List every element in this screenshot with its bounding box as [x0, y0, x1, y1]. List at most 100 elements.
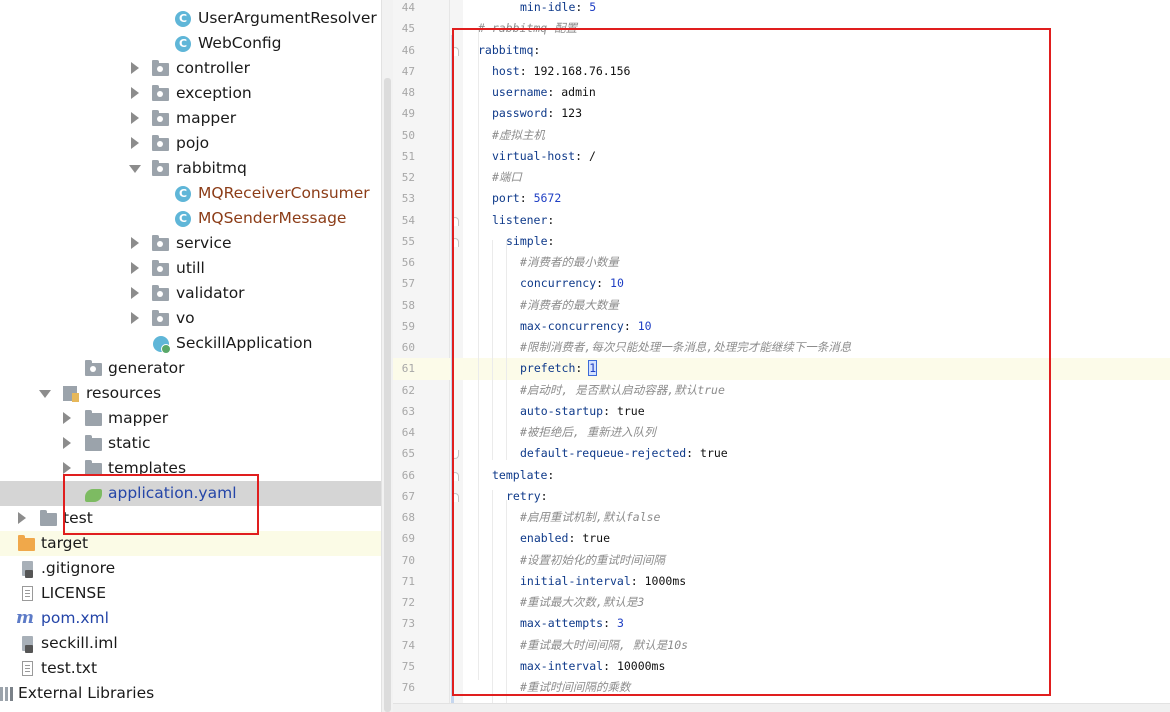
- line-number: 46: [401, 43, 415, 57]
- expand-arrow-right-icon[interactable]: [131, 112, 139, 124]
- tree-item-label: validator: [176, 284, 245, 302]
- tree-item[interactable]: rabbitmq: [0, 156, 381, 181]
- tree-item-label: service: [176, 234, 232, 252]
- package-folder-icon: [152, 85, 169, 101]
- tree-item[interactable]: test.txt: [0, 656, 381, 681]
- line-number: 57: [401, 277, 415, 291]
- tree-item-label: utill: [176, 259, 205, 277]
- tree-item[interactable]: WebConfig: [0, 31, 381, 56]
- expand-arrow-down-icon[interactable]: [39, 390, 51, 398]
- tree-item-label: MQSenderMessage: [198, 209, 347, 227]
- libraries-icon: [0, 686, 14, 702]
- tree-item[interactable]: External Libraries: [0, 681, 381, 706]
- tree-item[interactable]: service: [0, 231, 381, 256]
- expand-arrow-right-icon[interactable]: [131, 262, 139, 274]
- tree-item-label: resources: [86, 384, 162, 402]
- expand-arrow-right-icon[interactable]: [131, 87, 139, 99]
- line-number: 75: [401, 659, 415, 673]
- tree-item[interactable]: seckill.iml: [0, 631, 381, 656]
- line-number: 68: [401, 511, 415, 524]
- tree-item-label: .gitignore: [41, 559, 116, 577]
- folder-icon: [85, 435, 102, 451]
- tree-item[interactable]: SeckillApplication: [0, 331, 381, 356]
- line-number: 44: [401, 1, 415, 14]
- package-folder-icon: [152, 310, 169, 326]
- tree-item-label: pom.xml: [41, 609, 109, 627]
- line-number: 67: [401, 489, 415, 503]
- tree-item-label: mapper: [108, 409, 169, 427]
- tree-item[interactable]: m pom.xml: [0, 606, 381, 631]
- line-number: 65: [401, 447, 415, 461]
- package-folder-icon: [152, 235, 169, 251]
- tree-item[interactable]: MQReceiverConsumer: [0, 181, 381, 206]
- line-number: 66: [401, 468, 415, 482]
- line-number: 58: [401, 298, 415, 312]
- class-icon: [175, 11, 191, 27]
- tree-item[interactable]: MQSenderMessage: [0, 206, 381, 231]
- tree-item[interactable]: LICENSE: [0, 581, 381, 606]
- expand-arrow-right-icon[interactable]: [131, 237, 139, 249]
- spring-app-icon: [153, 336, 171, 354]
- tree-item[interactable]: static: [0, 431, 381, 456]
- expand-arrow-right-icon[interactable]: [131, 137, 139, 149]
- tree-item[interactable]: utill: [0, 256, 381, 281]
- expand-arrow-right-icon[interactable]: [131, 62, 139, 74]
- tree-item[interactable]: exception: [0, 81, 381, 106]
- line-number: 51: [401, 149, 415, 163]
- resources-folder-icon: [63, 386, 79, 402]
- tree-item[interactable]: UserArgumentResolver: [0, 6, 381, 31]
- line-number: 71: [401, 574, 415, 588]
- tree-item[interactable]: mapper: [0, 106, 381, 131]
- tree-item[interactable]: controller: [0, 56, 381, 81]
- tree-item[interactable]: generator: [0, 356, 381, 381]
- project-tree-scroll-thumb[interactable]: [384, 78, 391, 712]
- tree-item[interactable]: pojo: [0, 131, 381, 156]
- tree-item[interactable]: .gitignore: [0, 556, 381, 581]
- expand-arrow-right-icon[interactable]: [63, 412, 71, 424]
- tree-item-label: UserArgumentResolver: [198, 9, 377, 27]
- code-line[interactable]: 44 min-idle: 5: [393, 0, 1170, 18]
- text-file-icon: [22, 586, 33, 601]
- tree-item-label: SeckillApplication: [176, 334, 313, 352]
- annotation-box-rabbitmq-config: [452, 28, 1051, 696]
- line-number: 64: [401, 426, 415, 439]
- line-number: 55: [401, 234, 415, 248]
- gitignore-file-icon: [22, 561, 33, 578]
- tree-item[interactable]: vo: [0, 306, 381, 331]
- expand-arrow-down-icon[interactable]: [129, 165, 141, 173]
- tree-item-label: External Libraries: [18, 684, 155, 702]
- tree-item-label: static: [108, 434, 151, 452]
- folder-icon: [40, 510, 57, 526]
- tree-item[interactable]: validator: [0, 281, 381, 306]
- iml-file-icon: [22, 636, 33, 653]
- tree-item[interactable]: resources: [0, 381, 381, 406]
- yaml-value: :: [575, 0, 590, 14]
- tree-item[interactable]: mapper: [0, 406, 381, 431]
- project-tree-panel: UserArgumentResolver WebConfig controller e…: [0, 0, 381, 712]
- expand-arrow-right-icon[interactable]: [18, 512, 26, 524]
- excluded-folder-icon: [18, 535, 35, 551]
- line-number: 76: [401, 681, 415, 694]
- text-file-icon: [22, 661, 33, 676]
- expand-arrow-right-icon[interactable]: [131, 287, 139, 299]
- package-folder-icon: [152, 135, 169, 151]
- annotation-box-application-yaml: [63, 474, 259, 535]
- expand-arrow-right-icon[interactable]: [131, 312, 139, 324]
- package-folder-icon: [85, 360, 102, 376]
- tree-item-label: LICENSE: [41, 584, 107, 602]
- expand-arrow-right-icon[interactable]: [63, 462, 71, 474]
- line-number: 53: [401, 192, 415, 206]
- class-icon: [175, 186, 191, 202]
- code-editor[interactable]: 44 min-idle: 5 45 # rabbitmq 配置 46 rabbitmq: 4…: [393, 0, 1170, 712]
- line-number: 70: [401, 553, 415, 567]
- package-folder-icon: [152, 60, 169, 76]
- line-number: 49: [401, 107, 415, 121]
- editor-horizontal-scrollbar[interactable]: [393, 703, 1170, 712]
- tree-item-label: mapper: [176, 109, 237, 127]
- tree-item-label: vo: [176, 309, 195, 327]
- package-folder-icon: [152, 160, 169, 176]
- tree-item-label: controller: [176, 59, 250, 77]
- line-number: 74: [401, 638, 415, 652]
- expand-arrow-right-icon[interactable]: [63, 437, 71, 449]
- package-folder-icon: [152, 260, 169, 276]
